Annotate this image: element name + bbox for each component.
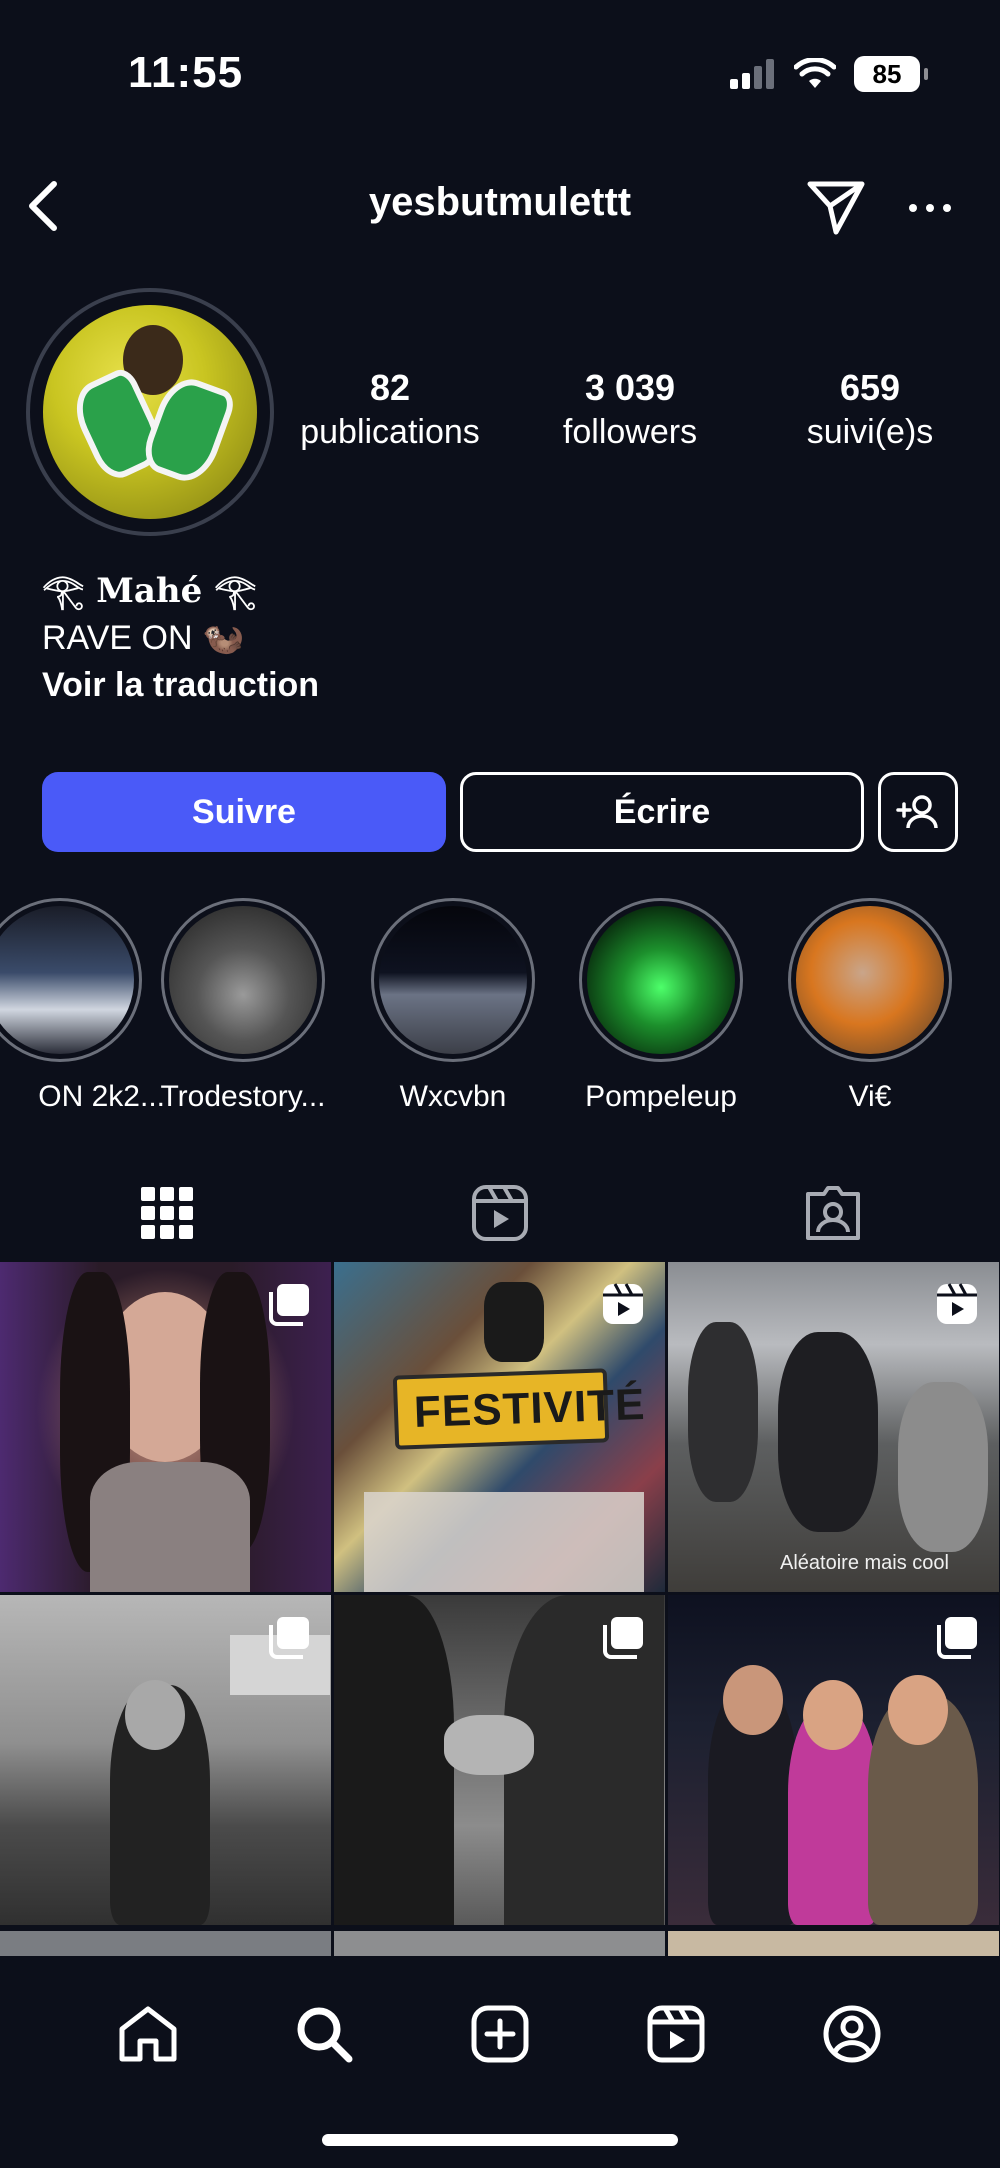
highlight-item[interactable]: Wxcvbn	[348, 898, 558, 1114]
profile-actions: Suivre Écrire	[42, 772, 958, 852]
status-time: 11:55	[128, 48, 244, 97]
nav-home[interactable]	[108, 1994, 188, 2074]
ellipsis-icon	[909, 204, 951, 212]
more-options-button[interactable]	[900, 180, 960, 236]
tab-tagged[interactable]	[667, 1168, 1000, 1258]
carousel-icon	[269, 1617, 309, 1659]
highlight-label: Trodestory...	[160, 1080, 326, 1113]
stat-value: 3 039	[584, 367, 676, 408]
profile-bio: 𓂀 Mahé 𓂀 RAVE ON 🦦 Voir la traduction	[42, 568, 319, 708]
search-icon	[297, 2007, 353, 2063]
stat-following[interactable]: 659 suivi(e)s	[750, 366, 990, 454]
nav-reels[interactable]	[636, 1994, 716, 2074]
story-highlights: ON 2k2... Trodestory... Wxcvbn Pompeleup…	[0, 898, 1000, 1113]
nav-search[interactable]	[284, 1994, 364, 2074]
post-tile[interactable]	[0, 1262, 331, 1592]
nav-profile[interactable]	[812, 1994, 892, 2074]
add-user-icon	[896, 795, 938, 829]
home-icon	[119, 2006, 177, 2062]
paper-plane-icon	[807, 181, 865, 235]
highlight-item[interactable]: Pompeleup	[556, 898, 766, 1114]
status-icons: 85	[730, 56, 928, 92]
posts-grid-next-row	[0, 1931, 1000, 1959]
suggested-users-button[interactable]	[878, 772, 958, 852]
avatar-image	[43, 305, 257, 519]
highlight-label: Pompeleup	[585, 1080, 737, 1113]
highlight-item[interactable]: Trodestory...	[138, 898, 348, 1114]
profile-tabs	[0, 1168, 1000, 1258]
stat-label: publications	[300, 413, 480, 451]
tagged-icon	[806, 1186, 861, 1240]
status-bar: 11:55 85	[0, 0, 1000, 140]
highlight-item[interactable]: Vi€	[765, 898, 975, 1114]
tab-posts-grid[interactable]	[0, 1168, 333, 1258]
reels-icon	[471, 1185, 528, 1241]
profile-stats: 82 publications 3 039 followers 659 suiv…	[270, 366, 990, 454]
carousel-icon	[603, 1617, 643, 1659]
carousel-icon	[937, 1617, 977, 1659]
message-button[interactable]: Écrire	[460, 772, 864, 852]
post-overlay-text: Aléatoire mais cool	[780, 1552, 949, 1574]
post-tile[interactable]	[668, 1595, 999, 1925]
bio-text: RAVE ON 🦦	[42, 619, 245, 657]
stat-publications[interactable]: 82 publications	[270, 366, 510, 454]
profile-header: yesbutmulettt	[0, 170, 1000, 240]
profile-icon	[823, 2005, 881, 2063]
stat-followers[interactable]: 3 039 followers	[510, 366, 750, 454]
wifi-icon	[794, 58, 836, 88]
stat-label: followers	[562, 413, 698, 451]
battery-icon: 85	[854, 56, 928, 92]
post-tile[interactable]	[0, 1595, 331, 1925]
home-indicator	[322, 2134, 678, 2146]
profile-avatar[interactable]	[26, 288, 274, 536]
tab-reels[interactable]	[333, 1168, 666, 1258]
grid-icon	[140, 1187, 193, 1239]
bio-display-name: 𓂀 Mahé 𓂀	[42, 571, 257, 611]
highlight-label: Vi€	[848, 1080, 892, 1113]
reel-icon	[937, 1283, 977, 1324]
stat-label: suivi(e)s	[806, 413, 934, 451]
create-icon	[471, 2005, 529, 2063]
nav-create[interactable]	[460, 1994, 540, 2074]
bottom-navigation	[0, 1956, 1000, 2168]
post-tile[interactable]: FESTIVITÉ	[334, 1262, 665, 1592]
post-tile[interactable]	[334, 1595, 665, 1925]
post-overlay-text: FESTIVITÉ	[413, 1379, 647, 1438]
reels-icon	[647, 2005, 705, 2063]
stat-value: 659	[839, 367, 901, 408]
see-translation-link[interactable]: Voir la traduction	[42, 662, 319, 708]
share-button[interactable]	[806, 178, 866, 236]
follow-button[interactable]: Suivre	[42, 772, 446, 852]
post-tile[interactable]: Aléatoire mais cool	[668, 1262, 999, 1592]
carousel-icon	[269, 1284, 309, 1326]
cellular-signal-icon	[730, 59, 774, 89]
stat-value: 82	[369, 367, 411, 408]
highlight-label: Wxcvbn	[399, 1080, 507, 1113]
reel-icon	[603, 1283, 643, 1324]
posts-grid: FESTIVITÉ Aléatoire mais cool	[0, 1262, 1000, 1925]
